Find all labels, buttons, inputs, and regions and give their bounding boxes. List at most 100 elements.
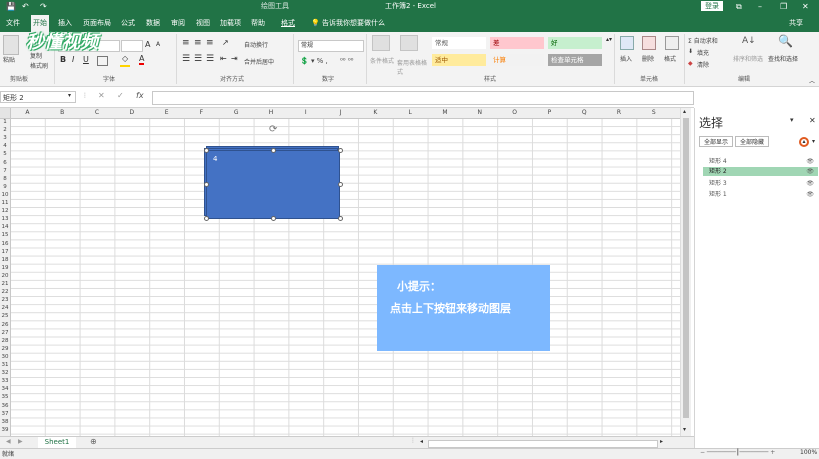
clear-button[interactable]: 清除 (697, 60, 709, 69)
row-header[interactable]: 21 (0, 280, 10, 288)
decrease-indent-icon[interactable]: ⇤ (220, 54, 227, 63)
fill-icon[interactable]: ⬇ (688, 48, 693, 55)
row-header[interactable]: 31 (0, 361, 10, 369)
border-icon[interactable] (97, 56, 108, 66)
resize-handle-se[interactable] (338, 216, 343, 221)
row-header[interactable]: 34 (0, 385, 10, 393)
worksheet-grid[interactable]: ABCDEFGHIJKLMNOPQRS 1 2 3 4 5 6 7 8 9 10 11 12 13 14 1… (0, 108, 680, 436)
column-header[interactable]: L (393, 108, 428, 118)
pane-close-icon[interactable]: ✕ (809, 116, 816, 125)
visibility-eye-icon[interactable]: 👁 (806, 157, 814, 166)
ribbon-display-icon[interactable]: ⧉ (736, 0, 742, 14)
insert-function-icon[interactable]: fx (136, 91, 144, 100)
tab-file[interactable]: 文件 (6, 14, 20, 32)
format-cells-icon[interactable] (665, 36, 679, 50)
share-button[interactable]: 共享 (789, 14, 803, 32)
pane-options-icon[interactable]: ▾ (790, 116, 794, 124)
orientation-icon[interactable]: ↗ (222, 38, 229, 47)
row-header[interactable]: 24 (0, 304, 10, 312)
row-header[interactable]: 2 (0, 126, 10, 134)
restore-icon[interactable]: ❐ (780, 0, 787, 14)
row-header[interactable]: 28 (0, 337, 10, 345)
send-backward-icon[interactable]: ▾ (812, 138, 815, 145)
align-left-icon[interactable]: ☰ (182, 54, 190, 64)
save-icon[interactable]: 💾 (6, 0, 16, 14)
merge-center-button[interactable]: 合并后居中 (244, 57, 274, 66)
rectangle-shape-selected[interactable]: 4 (206, 150, 340, 219)
pane-item-rect1[interactable]: 矩形 1 👁 (703, 190, 818, 199)
pane-item-rect2[interactable]: 矩形 2 👁 (703, 167, 818, 176)
row-header[interactable]: 7 (0, 167, 10, 175)
underline-button[interactable]: U (83, 55, 89, 64)
row-header[interactable]: 25 (0, 312, 10, 320)
column-header[interactable]: G (219, 108, 254, 118)
confirm-icon[interactable]: ✓ (117, 91, 124, 100)
redo-icon[interactable]: ↷ (40, 0, 47, 14)
style-bad[interactable]: 差 (490, 37, 544, 49)
row-header[interactable]: 5 (0, 150, 10, 158)
autosum-button[interactable]: Σ 自动求和 (688, 36, 718, 45)
format-cells-button[interactable]: 格式 (664, 54, 676, 63)
column-header[interactable]: M (428, 108, 463, 118)
italic-button[interactable]: I (72, 55, 74, 64)
tab-split-grip-icon[interactable]: ⋮ (410, 437, 416, 444)
paste-icon[interactable] (3, 35, 19, 55)
column-header[interactable]: R (602, 108, 637, 118)
tab-format[interactable]: 格式 (281, 14, 295, 32)
prev-sheet-icon[interactable]: ◀ (6, 438, 11, 445)
visibility-eye-icon[interactable]: 👁 (806, 190, 814, 199)
row-header[interactable]: 11 (0, 199, 10, 207)
row-header[interactable]: 4 (0, 142, 10, 150)
grow-font-icon[interactable]: A (145, 40, 150, 49)
row-header[interactable]: 27 (0, 329, 10, 337)
pane-item-rect4[interactable]: 矩形 4 👁 (703, 157, 818, 166)
column-header[interactable]: C (80, 108, 115, 118)
clear-icon[interactable]: ◆ (688, 60, 693, 67)
shrink-font-icon[interactable]: A (156, 41, 160, 48)
column-header[interactable]: H (254, 108, 289, 118)
column-header[interactable]: E (149, 108, 184, 118)
row-header[interactable]: 10 (0, 191, 10, 199)
find-select-button[interactable]: 查找和选择 (768, 54, 798, 63)
conditional-format-button[interactable]: 条件格式 (370, 56, 394, 65)
select-all-corner[interactable] (0, 108, 11, 119)
paste-button[interactable]: 粘贴 (3, 55, 15, 64)
row-header[interactable]: 12 (0, 207, 10, 215)
number-format-combo[interactable]: 常规 (298, 40, 364, 52)
font-color-icon[interactable]: A (139, 54, 145, 65)
row-header[interactable]: 38 (0, 418, 10, 426)
tab-data[interactable]: 数据 (146, 14, 160, 32)
scroll-down-icon[interactable]: ▾ (683, 426, 686, 433)
decimal-icon[interactable]: ⁰⁰ ⁰⁰ (340, 57, 353, 65)
delete-cells-button[interactable]: 删除 (642, 54, 654, 63)
increase-indent-icon[interactable]: ⇥ (231, 54, 238, 63)
bold-button[interactable]: B (60, 55, 66, 64)
column-header[interactable]: I (288, 108, 323, 118)
format-painter-button[interactable]: 格式刷 (30, 61, 48, 70)
visibility-eye-icon[interactable]: 👁 (806, 179, 814, 188)
vertical-scroll-thumb[interactable] (683, 118, 689, 418)
visibility-eye-icon[interactable]: 👁 (806, 167, 814, 176)
styles-scroll-icon[interactable]: ▴▾ (606, 36, 612, 43)
row-header[interactable]: 18 (0, 256, 10, 264)
row-header[interactable]: 35 (0, 393, 10, 401)
row-header[interactable]: 29 (0, 345, 10, 353)
name-box[interactable]: 矩形 2 (0, 91, 76, 103)
font-size-combo[interactable] (121, 40, 143, 52)
row-header[interactable]: 1 (0, 118, 10, 126)
tab-view[interactable]: 视图 (196, 14, 210, 32)
style-good[interactable]: 好 (548, 37, 602, 49)
column-header[interactable]: B (45, 108, 80, 118)
row-header[interactable]: 15 (0, 231, 10, 239)
row-header[interactable]: 19 (0, 264, 10, 272)
name-box-dropdown-icon[interactable]: ▾ (68, 92, 71, 99)
table-format-button[interactable]: 套用表格格式 (397, 58, 427, 76)
column-header[interactable]: D (114, 108, 149, 118)
column-header[interactable]: A (10, 108, 45, 118)
row-header[interactable]: 6 (0, 159, 10, 167)
show-all-button[interactable]: 全部显示 (699, 136, 733, 147)
horizontal-scroll-thumb[interactable] (428, 440, 658, 448)
hide-all-button[interactable]: 全部隐藏 (735, 136, 769, 147)
row-header[interactable]: 16 (0, 240, 10, 248)
insert-cells-button[interactable]: 插入 (620, 54, 632, 63)
